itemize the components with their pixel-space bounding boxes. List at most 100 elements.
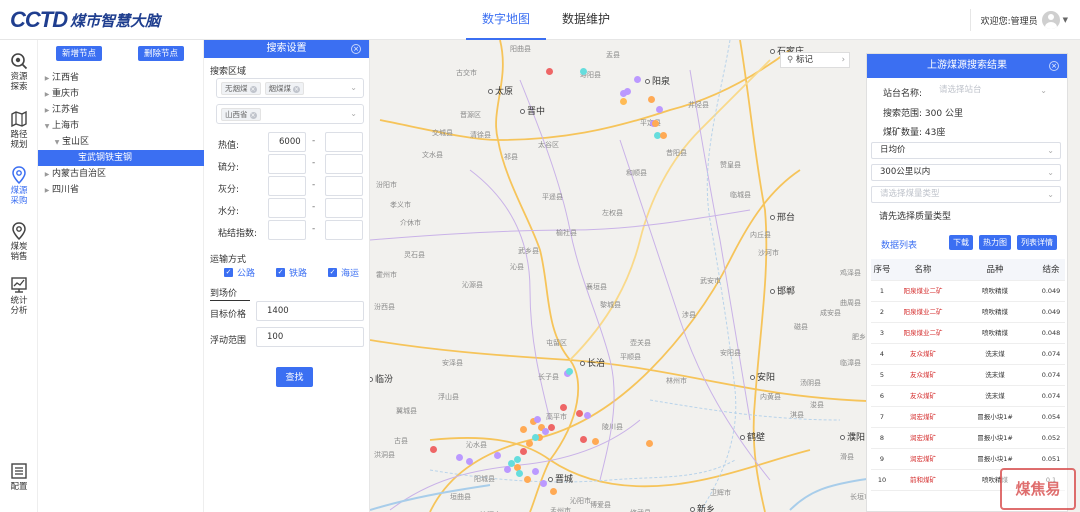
tree-node[interactable]: ▼ 宝山区: [38, 134, 204, 150]
close-icon[interactable]: ×: [249, 86, 257, 93]
table-row[interactable]: 3 阳泉煤业二矿 喷吹精煤 0.048: [871, 323, 1065, 344]
caret-right-icon[interactable]: ▶: [42, 87, 52, 103]
search-button[interactable]: 查找: [276, 367, 313, 387]
caret-right-icon[interactable]: ▶: [42, 71, 52, 87]
ash-max-input[interactable]: [325, 176, 363, 196]
table-row[interactable]: 1 阳泉煤业二矿 喷吹精煤 0.049: [871, 281, 1065, 302]
list-detail-button[interactable]: 列表详情: [1017, 235, 1057, 250]
delete-node-button[interactable]: 删除节点: [138, 46, 185, 61]
heat-value-min-input[interactable]: 6000: [268, 132, 306, 152]
caret-right-icon[interactable]: ▶: [42, 103, 52, 119]
price-type-select[interactable]: 日均价 ⌄: [871, 142, 1061, 159]
coal-mine-marker[interactable]: [634, 76, 641, 83]
sidenav-config[interactable]: 配置: [0, 462, 38, 492]
coal-type-select[interactable]: 无烟煤 × 烟煤煤 × ⌄: [216, 78, 364, 98]
tree-node[interactable]: ▶ 重庆市: [38, 86, 204, 102]
target-price-input[interactable]: 1400: [256, 301, 364, 321]
close-icon[interactable]: ×: [249, 112, 257, 119]
coal-mine-marker[interactable]: [560, 404, 567, 411]
float-range-input[interactable]: 100: [256, 327, 364, 347]
distance-select[interactable]: 300公里以内 ⌄: [871, 164, 1061, 181]
tab-data-maintenance[interactable]: 数据维护: [546, 0, 626, 40]
tree-node[interactable]: ▶ 江苏省: [38, 102, 204, 118]
coal-mine-marker[interactable]: [494, 452, 501, 459]
sulfur-max-input[interactable]: [325, 154, 363, 174]
coal-mine-marker[interactable]: [466, 458, 473, 465]
coal-mine-marker[interactable]: [620, 98, 627, 105]
coal-mine-marker[interactable]: [532, 468, 539, 475]
sidenav-resource[interactable]: 资源 探索: [0, 52, 38, 92]
coal-mine-marker[interactable]: [648, 96, 655, 103]
marker-button[interactable]: ⚲ 标记 ›: [780, 52, 850, 68]
close-icon[interactable]: ×: [1049, 61, 1059, 71]
sidenav-route[interactable]: 路径 规划: [0, 110, 38, 150]
table-row[interactable]: 4 友众煤矿 洗末煤 0.074: [871, 344, 1065, 365]
chevron-right-icon[interactable]: ›: [842, 53, 845, 67]
caret-right-icon[interactable]: ▶: [42, 167, 52, 183]
close-icon[interactable]: ×: [351, 44, 361, 54]
coal-mine-marker[interactable]: [534, 416, 541, 423]
tree-node[interactable]: ▶ 四川省: [38, 182, 204, 198]
heatmap-button[interactable]: 热力图: [979, 235, 1011, 250]
ash-min-input[interactable]: [268, 176, 306, 196]
coal-mine-marker[interactable]: [550, 488, 557, 495]
coal-mine-marker[interactable]: [548, 424, 555, 431]
sea-checkbox[interactable]: ✓ 海运: [328, 266, 359, 279]
coal-quantity-select[interactable]: 请选择煤量类型 ⌄: [871, 186, 1061, 203]
coal-mine-marker[interactable]: [576, 410, 583, 417]
tab-digital-map[interactable]: 数字地图: [466, 0, 547, 40]
region-select[interactable]: 山西省 × ⌄: [216, 104, 364, 124]
sidenav-coal-sales[interactable]: 煤炭 销售: [0, 222, 38, 262]
caret-right-icon[interactable]: ▶: [42, 183, 52, 199]
coal-mine-marker[interactable]: [646, 440, 653, 447]
table-row[interactable]: 6 友众煤矿 洗末煤 0.074: [871, 386, 1065, 407]
coal-mine-marker[interactable]: [456, 454, 463, 461]
coal-mine-marker[interactable]: [546, 68, 553, 75]
moisture-max-input[interactable]: [325, 198, 363, 218]
moisture-min-input[interactable]: [268, 198, 306, 218]
caret-down-icon[interactable]: ▼: [52, 135, 62, 151]
coal-mine-marker[interactable]: [524, 476, 531, 483]
coal-mine-marker[interactable]: [566, 368, 573, 375]
heat-value-max-input[interactable]: [325, 132, 363, 152]
road-checkbox[interactable]: ✓ 公路: [224, 266, 255, 279]
coal-mine-marker[interactable]: [532, 434, 539, 441]
coal-mine-marker[interactable]: [520, 448, 527, 455]
coal-mine-marker[interactable]: [430, 446, 437, 453]
chevron-down-icon[interactable]: ▼: [1063, 16, 1068, 24]
coal-mine-marker[interactable]: [584, 412, 591, 419]
coal-mine-marker[interactable]: [526, 440, 533, 447]
coal-mine-marker[interactable]: [504, 466, 511, 473]
table-row[interactable]: 8 润宏煤矿 冒报小块1# 0.052: [871, 428, 1065, 449]
coal-mine-marker[interactable]: [520, 426, 527, 433]
sidenav-coal-purchase[interactable]: 煤源 采购: [0, 166, 38, 206]
coal-mine-marker[interactable]: [580, 68, 587, 75]
coal-mine-marker[interactable]: [514, 456, 521, 463]
coal-mine-marker[interactable]: [580, 436, 587, 443]
coal-mine-marker[interactable]: [652, 120, 659, 127]
table-row[interactable]: 2 阳泉煤业二矿 喷吹精煤 0.049: [871, 302, 1065, 323]
add-node-button[interactable]: 新增节点: [56, 46, 103, 61]
coal-mine-marker[interactable]: [656, 106, 663, 113]
coal-mine-marker[interactable]: [540, 480, 547, 487]
coal-mine-marker[interactable]: [624, 88, 631, 95]
table-row[interactable]: 9 润宏煤矿 冒报小块1# 0.051: [871, 449, 1065, 470]
sidenav-statistics[interactable]: 统计 分析: [0, 276, 38, 316]
tree-node[interactable]: ▼ 上海市: [38, 118, 204, 134]
sulfur-min-input[interactable]: [268, 154, 306, 174]
download-button[interactable]: 下载: [949, 235, 973, 250]
coal-mine-marker[interactable]: [516, 470, 523, 477]
tree-node[interactable]: ▶ 内蒙古自治区: [38, 166, 204, 182]
rail-checkbox[interactable]: ✓ 铁路: [276, 266, 307, 279]
caking-index-min-input[interactable]: [268, 220, 306, 240]
table-row[interactable]: 7 润宏煤矿 冒报小块1# 0.054: [871, 407, 1065, 428]
tree-node[interactable]: ▶ 江西省: [38, 70, 204, 86]
table-row[interactable]: 5 友众煤矿 洗末煤 0.074: [871, 365, 1065, 386]
coal-mine-marker[interactable]: [660, 132, 667, 139]
caking-index-max-input[interactable]: [325, 220, 363, 240]
avatar[interactable]: [1041, 11, 1060, 29]
caret-down-icon[interactable]: ▼: [42, 119, 52, 135]
user-menu[interactable]: 欢迎您:管理员 ▼: [969, 8, 1068, 32]
close-icon[interactable]: ×: [293, 86, 300, 93]
station-select[interactable]: 请选择站台 ⌄: [931, 83, 1053, 100]
